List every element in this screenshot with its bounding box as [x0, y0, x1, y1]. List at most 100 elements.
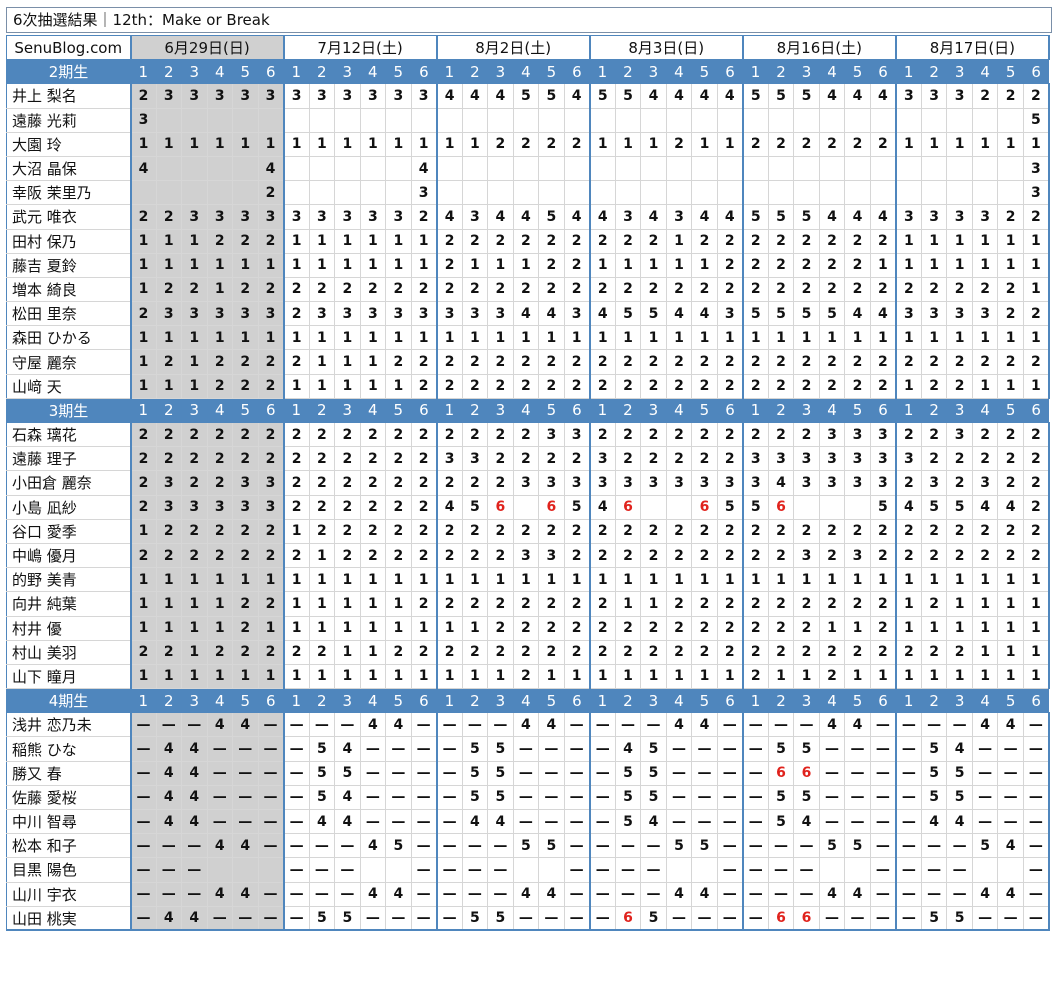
result-cell: — [946, 712, 973, 738]
slot-label: 5 [385, 59, 412, 85]
result-cell: 4 [844, 301, 871, 327]
member-row: 佐藤 愛桜 —4 4— — — —5 4— — — —5 5— — — —5 5— — — —5 5— — — —5 5— —… [6, 784, 1050, 811]
result-cell: 3 [818, 421, 846, 448]
result-cell: — [997, 808, 1024, 835]
result-cell: 2 [181, 518, 208, 544]
result-cell: 3 [512, 470, 540, 496]
slot-label: 3 [334, 397, 361, 424]
result-cell: 5 [640, 905, 667, 932]
member-name: 山田 桃実 [6, 905, 132, 932]
slot-label: 6 [563, 688, 591, 714]
result-cell: — [1022, 857, 1050, 883]
result-cell: 2 [563, 542, 591, 569]
result-cell: 1 [894, 228, 922, 254]
result-cell: 1 [946, 252, 973, 278]
result-cell: 4 [232, 712, 259, 738]
member-row: 松本 和子 — — —4 4— — — —4 5— — — —5 5— — — —5 5— — — —5 5— — — —5 4… [6, 833, 1050, 859]
result-cell: 1 [181, 591, 208, 617]
result-cell: 3 [920, 204, 948, 230]
result-cell: 4 [435, 204, 463, 230]
slot-label: 1 [589, 688, 616, 714]
result-cell: 5 [640, 736, 667, 762]
result-cell: 6 [487, 494, 514, 520]
result-cell: — [946, 881, 973, 907]
result-cell: 1 [181, 349, 208, 375]
result-cell: 2 [487, 542, 514, 569]
slot-label: 5 [385, 397, 412, 424]
result-cell [691, 107, 718, 133]
result-cell: 1 [308, 131, 336, 157]
result-cell: — [588, 784, 616, 811]
result-cell: 2 [512, 131, 540, 157]
result-cell: — [359, 905, 387, 932]
member-name: 石森 璃花 [6, 421, 132, 448]
result-cell: 1 [155, 228, 182, 254]
result-cell: 2 [410, 204, 438, 230]
result-cell: 2 [282, 276, 310, 303]
result-cell: 2 [512, 276, 540, 303]
result-cell [665, 107, 693, 133]
result-cell: 2 [232, 518, 259, 544]
result-cell: 1 [614, 325, 642, 351]
result-cell: 2 [487, 228, 514, 254]
result-cell: 1 [946, 591, 973, 617]
slot-label: 2 [155, 397, 182, 424]
result-cell: 3 [155, 301, 182, 327]
result-cell: 1 [308, 615, 336, 641]
result-cell: 2 [844, 373, 871, 399]
member-row: 勝又 春 —4 4— — — —5 5— — — —5 5— — — —5 5— — — —6 6— — — —5 5— — — [6, 760, 1050, 786]
result-cell: — [129, 712, 157, 738]
result-cell: — [767, 712, 795, 738]
result-cell: 4 [665, 301, 693, 327]
result-cell: 2 [1022, 470, 1050, 496]
result-cell: 2 [487, 470, 514, 496]
slot-label: 4 [665, 688, 693, 714]
result-cell: 3 [257, 470, 285, 496]
result-cell: 2 [512, 591, 540, 617]
result-cell: — [512, 905, 540, 932]
result-cell: 1 [359, 228, 387, 254]
result-cell: 2 [640, 615, 667, 641]
date-header-4: 8月3日(日) [588, 34, 744, 61]
result-cell: 2 [308, 276, 336, 303]
result-cell: 2 [538, 276, 565, 303]
result-cell: 1 [920, 615, 948, 641]
result-cell: — [435, 857, 463, 883]
member-row: 山﨑 天111222111112222222222222222222122111 [6, 373, 1050, 399]
result-cell: 2 [512, 421, 540, 448]
result-cell: 1 [257, 131, 285, 157]
result-cell: 2 [232, 421, 259, 448]
page: 6次抽選結果｜12th：Make or Break SenuBlog.com 6月… [0, 0, 1060, 991]
result-cell: 1 [818, 567, 846, 593]
slot-label: 1 [283, 59, 310, 85]
slot-label: 6 [410, 688, 438, 714]
result-cell: 5 [614, 301, 642, 327]
result-cell: 2 [614, 373, 642, 399]
result-cell: 2 [282, 421, 310, 448]
result-cell: — [665, 784, 693, 811]
result-cell: 2 [767, 591, 795, 617]
result-cell: 1 [971, 252, 999, 278]
result-cell: — [385, 905, 412, 932]
member-row: 山下 瞳月 1 1 1 1 1 1 1 1 1 1 1 1 1 1 1 2 1 1 1 1 1 1 1 1 2 1 1 2 1 1 1 1 1 1 1… [6, 663, 1050, 690]
result-cell: 6 [793, 905, 820, 932]
result-cell: 1 [359, 615, 387, 641]
slot-label: 6 [1022, 59, 1050, 85]
result-cell: 1 [435, 325, 463, 351]
result-cell [920, 180, 948, 206]
result-cell: 2 [640, 639, 667, 665]
result-cell: 1 [385, 325, 412, 351]
member-row: 小島 凪紗 2 3 3 3 3 3 2 2 2 2 2 2 4 5 6 6 5 4 6 6 5 5 6 5 4 5 5 4 4 2 [6, 494, 1050, 520]
result-cell: — [512, 784, 540, 811]
result-cell: — [946, 857, 973, 883]
result-cell: 2 [741, 542, 769, 569]
result-cell: 2 [282, 470, 310, 496]
result-cell: 2 [538, 349, 565, 375]
result-cell: 2 [614, 639, 642, 665]
result-cell: — [920, 881, 948, 907]
result-cell: — [308, 833, 336, 859]
result-cell: — [894, 712, 922, 738]
result-cell: 4 [997, 712, 1024, 738]
result-cell: 5 [385, 833, 412, 859]
result-cell: 2 [869, 615, 897, 641]
